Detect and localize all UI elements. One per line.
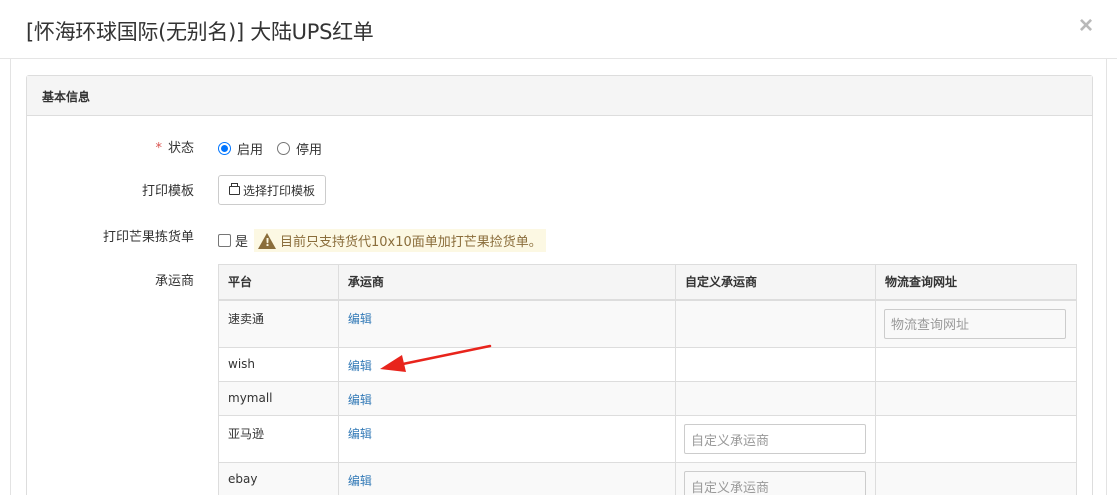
printer-icon [229, 182, 240, 195]
print-template-label: 打印模板 [141, 184, 194, 199]
status-label: 状态 [167, 141, 194, 156]
status-enabled-label[interactable]: 启用 [237, 139, 263, 158]
select-print-template-label: 选择打印模板 [243, 183, 316, 198]
platform-cell: ebay [218, 462, 339, 495]
close-icon[interactable]: × [1079, 14, 1093, 38]
custom-carrier-cell [675, 299, 876, 348]
mango-checkbox[interactable] [218, 234, 231, 247]
custom-carrier-input[interactable]: 自定义承运商 [684, 424, 866, 454]
mango-warning-text: 目前只支持货代10x10面单加打芒果捡货单。 [280, 235, 542, 250]
modal-dialog: [怀海环球国际(无别名)] 大陆UPS红单 × 基本信息 * 状态 启用 停用 打… [0, 0, 1117, 495]
carrier-table: 平台 承运商 自定义承运商 物流查询网址 速卖通 编辑 物流查询网址 wish … [218, 264, 1077, 495]
col-tracking-url: 物流查询网址 [875, 264, 1077, 301]
modal-header: [怀海环球国际(无别名)] 大陆UPS红单 × [0, 0, 1117, 59]
mango-warning: 目前只支持货代10x10面单加打芒果捡货单。 [254, 229, 546, 252]
custom-carrier-cell [675, 347, 876, 382]
required-mark: * [155, 141, 162, 156]
col-platform: 平台 [218, 264, 339, 301]
table-row: 速卖通 编辑 物流查询网址 [218, 299, 1077, 348]
annotation-arrow-icon [380, 344, 492, 372]
carrier-table-header: 平台 承运商 自定义承运商 物流查询网址 [218, 264, 1077, 301]
tracking-url-cell [875, 462, 1077, 495]
platform-cell: 亚马逊 [218, 415, 339, 463]
panel-heading: 基本信息 [27, 76, 1092, 116]
col-custom-carrier: 自定义承运商 [675, 264, 876, 301]
mango-label: 打印芒果拣货单 [102, 230, 194, 245]
status-enabled-radio[interactable] [218, 142, 231, 155]
table-row: 亚马逊 编辑 自定义承运商 [218, 415, 1077, 463]
mango-check-row: 是 目前只支持货代10x10面单加打芒果捡货单。 [218, 229, 546, 252]
edit-link[interactable]: 编辑 [348, 312, 372, 326]
edit-link[interactable]: 编辑 [348, 359, 372, 373]
table-row: wish 编辑 [218, 347, 1077, 382]
status-disabled-radio[interactable] [277, 142, 291, 155]
modal-title: [怀海环球国际(无别名)] 大陆UPS红单 [26, 20, 374, 44]
edit-link[interactable]: 编辑 [348, 427, 372, 441]
status-label-row: * 状态 [24, 137, 194, 156]
table-row: ebay 编辑 自定义承运商 [218, 462, 1077, 495]
edit-link[interactable]: 编辑 [348, 474, 372, 488]
col-carrier: 承运商 [337, 264, 677, 301]
carrier-label: 承运商 [154, 274, 194, 289]
status-disabled-label[interactable]: 停用 [296, 139, 322, 158]
tracking-url-cell [875, 415, 1077, 463]
mango-checkbox-label[interactable]: 是 [235, 231, 248, 250]
warning-icon [258, 232, 277, 249]
platform-cell: mymall [218, 381, 339, 416]
platform-cell: 速卖通 [218, 299, 339, 348]
status-radio-group: 启用 停用 [218, 139, 336, 158]
edit-link[interactable]: 编辑 [348, 393, 372, 407]
table-row: mymall 编辑 [218, 381, 1077, 416]
platform-cell: wish [218, 347, 339, 382]
custom-carrier-input[interactable]: 自定义承运商 [684, 471, 866, 495]
custom-carrier-cell [675, 381, 876, 416]
tracking-url-input[interactable]: 物流查询网址 [884, 308, 1066, 339]
tracking-url-cell [875, 381, 1077, 416]
select-print-template-button[interactable]: 选择打印模板 [218, 175, 327, 205]
tracking-url-cell [875, 347, 1077, 382]
